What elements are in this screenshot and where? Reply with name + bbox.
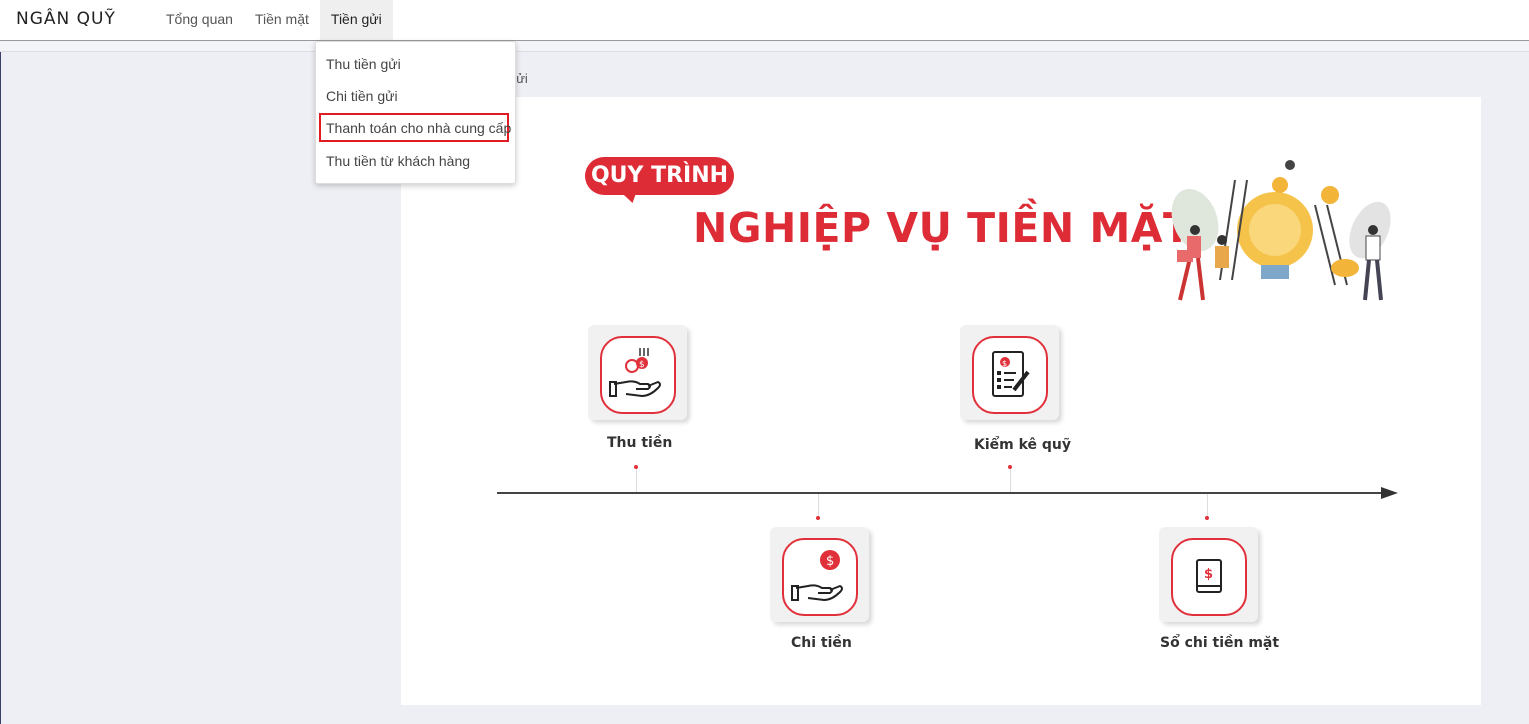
- tick-so-chi: [1207, 494, 1208, 518]
- menu-item-thu-tien-gui[interactable]: Thu tiền gửi: [326, 56, 401, 72]
- top-navbar: NGÂN QUỸ Tổng quan Tiền mặt Tiền gửi: [0, 0, 1529, 41]
- step-card-kiem-ke-quy[interactable]: $: [960, 325, 1059, 420]
- step-label-chi-tien: Chi tiền: [791, 635, 852, 651]
- step-label-kiem-ke-quy: Kiểm kê quỹ: [974, 437, 1072, 453]
- svg-text:$: $: [826, 554, 834, 569]
- main-nav: Tổng quan Tiền mặt Tiền gửi: [155, 0, 393, 40]
- menu-item-thu-tien-khach-hang[interactable]: Thu tiền từ khách hàng: [326, 153, 470, 169]
- step-card-thu-tien[interactable]: $: [588, 325, 687, 420]
- window-left-edge: [0, 0, 1, 724]
- menu-item-thanh-toan-ncc[interactable]: Thanh toán cho nhà cung cấp: [326, 120, 511, 136]
- svg-text:$: $: [1204, 567, 1213, 582]
- nav-tong-quan[interactable]: Tổng quan: [155, 0, 244, 40]
- banner-title: NGHIỆP VỤ TIỀN MẶT: [693, 204, 1192, 252]
- step-card-chi-tien[interactable]: $: [770, 527, 869, 622]
- nav-tien-mat[interactable]: Tiền mặt: [244, 0, 320, 40]
- svg-text:$: $: [639, 360, 645, 370]
- step-label-thu-tien: Thu tiền: [607, 435, 673, 451]
- teamwork-illustration: [1171, 160, 1391, 301]
- money-give-icon: $: [791, 550, 843, 601]
- timeline-axis: [497, 492, 1383, 494]
- tick-thu-tien: [636, 468, 637, 492]
- nav-tien-gui[interactable]: Tiền gửi: [319, 0, 393, 40]
- app-brand[interactable]: NGÂN QUỸ: [16, 9, 116, 29]
- tick-kiem-ke: [1010, 468, 1011, 492]
- timeline-dot: [816, 516, 820, 520]
- checklist-icon: $: [992, 351, 1030, 397]
- timeline-arrowhead: [1381, 487, 1398, 499]
- timeline-dot: [1008, 465, 1012, 469]
- sub-toolbar: [0, 41, 1529, 52]
- money-receive-icon: $: [609, 348, 661, 397]
- cash-book-icon: $: [1196, 559, 1222, 593]
- tick-chi-tien: [818, 494, 819, 518]
- step-card-so-chi-tien-mat[interactable]: $: [1159, 527, 1258, 622]
- tien-gui-dropdown-menu: Thu tiền gửi Chi tiền gửi Thanh toán cho…: [315, 41, 516, 184]
- step-label-so-chi-tien-mat: Sổ chi tiền mặt: [1160, 635, 1280, 651]
- svg-text:$: $: [1002, 359, 1007, 368]
- menu-item-chi-tien-gui[interactable]: Chi tiền gửi: [326, 88, 398, 104]
- process-badge: QUY TRÌNH: [585, 157, 734, 195]
- timeline-dot: [1205, 516, 1209, 520]
- timeline-dot: [634, 465, 638, 469]
